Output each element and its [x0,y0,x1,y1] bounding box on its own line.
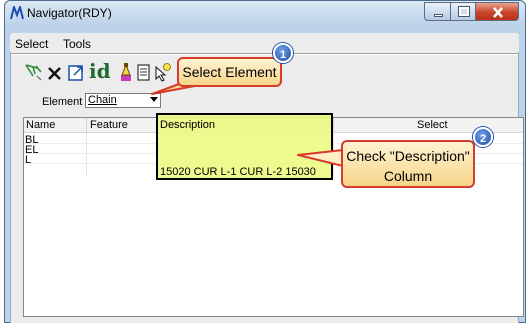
callout-check-description-line1: Check "Description" [346,148,470,164]
step-badge-1: 1 [273,43,293,63]
step-badge-2: 2 [473,127,493,147]
callout-select-element-text: Select Element [182,64,277,80]
callout-select-element: Select Element [177,57,282,87]
callout-check-description-line2: Column [383,168,433,184]
callout-check-description: Check "Description" Column [341,140,475,188]
